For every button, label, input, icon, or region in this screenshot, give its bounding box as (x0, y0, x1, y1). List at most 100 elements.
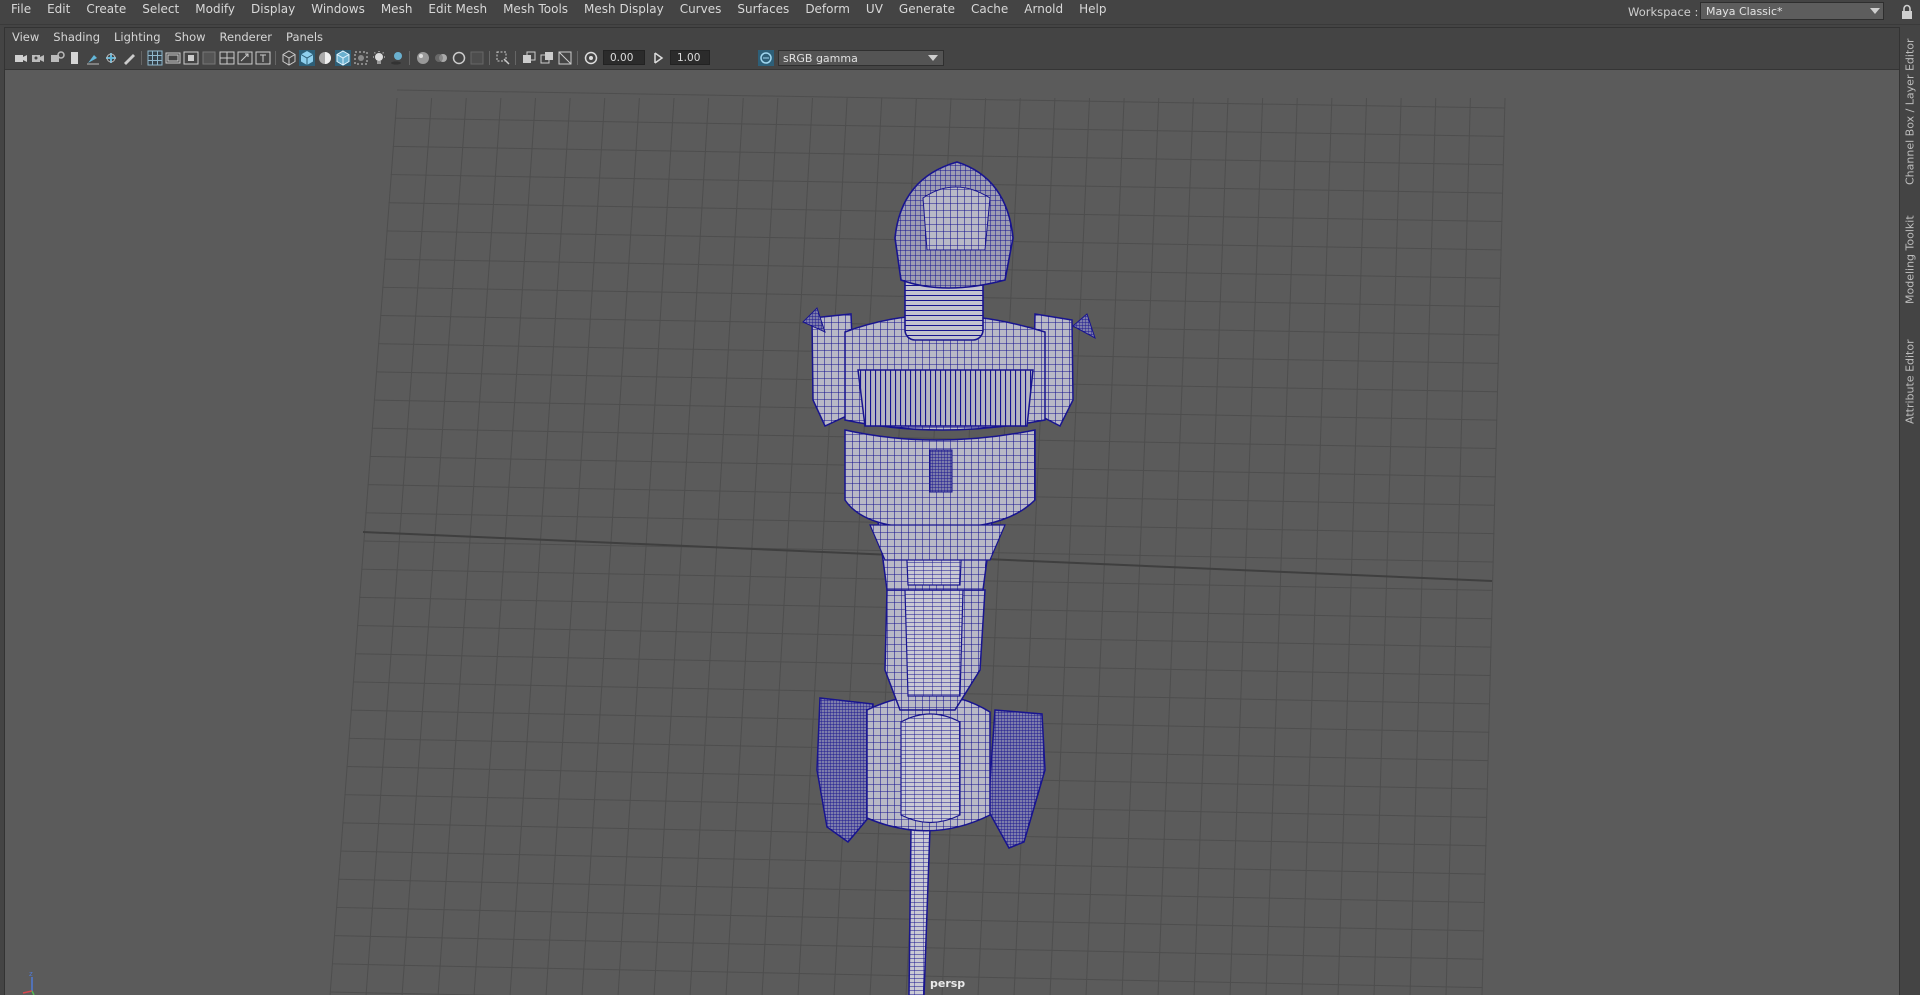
menu-curves[interactable]: Curves (672, 0, 730, 18)
use-all-lights-icon[interactable] (371, 50, 387, 66)
grid-line (1013, 97, 1056, 995)
chevron-down-icon (1870, 8, 1880, 14)
menu-edit[interactable]: Edit (39, 0, 78, 18)
menu-arnold[interactable]: Arnold (1016, 0, 1071, 18)
component-xray-icon[interactable] (557, 50, 573, 66)
panel-menu-renderer[interactable]: Renderer (213, 28, 280, 47)
xray-joints-icon[interactable] (521, 50, 537, 66)
toolbar-separator (489, 51, 490, 65)
isolate-select-icon[interactable] (495, 50, 511, 66)
toolbar-separator (275, 51, 276, 65)
menu-deform[interactable]: Deform (797, 0, 858, 18)
lock-icon[interactable] (1900, 4, 1914, 20)
tab-attribute-editor[interactable]: Attribute Editor (1903, 332, 1917, 432)
menu-mesh-tools[interactable]: Mesh Tools (495, 0, 576, 18)
grid-line (1373, 97, 1402, 995)
color-space-value: sRGB gamma (783, 52, 858, 65)
panel-menu-lighting[interactable]: Lighting (107, 28, 167, 47)
workspace-dropdown[interactable]: Maya Classic* (1700, 2, 1884, 20)
svg-text:z: z (29, 970, 33, 978)
wireframe-on-shaded-icon[interactable] (335, 50, 351, 66)
grid-line (509, 97, 571, 995)
toolbar-separator (141, 51, 142, 65)
toolbar-separator (515, 51, 516, 65)
grid-line (833, 97, 883, 995)
perspective-viewport[interactable] (5, 70, 1899, 995)
grid-line (1337, 97, 1367, 995)
gate-mask-icon[interactable] (201, 50, 217, 66)
color-space-dropdown[interactable]: sRGB gamma (778, 50, 944, 66)
workspace-label: Workspace : (1628, 5, 1699, 19)
menu-mesh-display[interactable]: Mesh Display (576, 0, 672, 18)
menu-uv[interactable]: UV (858, 0, 891, 18)
menu-cache[interactable]: Cache (963, 0, 1016, 18)
resolution-gate-icon[interactable] (183, 50, 199, 66)
panel-menu-view[interactable]: View (5, 28, 46, 47)
grid-line (1301, 97, 1333, 995)
menu-mesh[interactable]: Mesh (373, 0, 421, 18)
grid-line (1229, 97, 1264, 995)
menu-windows[interactable]: Windows (303, 0, 373, 18)
camera-icon[interactable] (13, 50, 29, 66)
xray-icon[interactable] (353, 50, 369, 66)
grid-line (1121, 97, 1160, 995)
menu-display[interactable]: Display (243, 0, 303, 18)
exposure-field[interactable] (603, 50, 645, 65)
panel-toolbar: sRGB gamma (5, 47, 1899, 70)
right-dock-tabs: Channel Box / Layer Editor Modeling Tool… (1899, 27, 1920, 995)
viewport-panel: View Shading Lighting Show Renderer Pane… (4, 27, 1900, 995)
menu-select[interactable]: Select (134, 0, 187, 18)
main-menu-bar: File Edit Create Select Modify Display W… (0, 0, 1920, 25)
camera-attributes-icon[interactable] (31, 50, 47, 66)
pencil-icon[interactable] (121, 50, 137, 66)
2d-pan-zoom-icon[interactable] (85, 50, 101, 66)
color-management-icon[interactable] (758, 50, 774, 66)
grid-line (1265, 97, 1298, 995)
main-menu-items: File Edit Create Select Modify Display W… (3, 0, 1115, 24)
tab-channel-box-layer-editor[interactable]: Channel Box / Layer Editor (1903, 37, 1917, 187)
image-plane-icon[interactable] (67, 50, 83, 66)
panel-menu-bar: View Shading Lighting Show Renderer Pane… (5, 28, 1899, 47)
grease-pencil-icon[interactable] (103, 50, 119, 66)
grid-line (365, 97, 433, 995)
menu-surfaces[interactable]: Surfaces (729, 0, 797, 18)
panel-menu-shading[interactable]: Shading (46, 28, 107, 47)
panel-menu-show[interactable]: Show (168, 28, 213, 47)
grid-icon[interactable] (147, 50, 163, 66)
menu-modify[interactable]: Modify (187, 0, 243, 18)
bookmark-icon[interactable] (49, 50, 65, 66)
exposure-icon[interactable] (583, 50, 599, 66)
gamma-icon[interactable] (650, 50, 666, 66)
grid-line (545, 97, 606, 995)
grid-line (581, 97, 640, 995)
grid-line (1193, 97, 1229, 995)
menu-help[interactable]: Help (1071, 0, 1114, 18)
anti-aliasing-icon[interactable] (451, 50, 467, 66)
safe-action-icon[interactable] (237, 50, 253, 66)
maya-main-window: File Edit Create Select Modify Display W… (0, 0, 1920, 995)
smooth-shade-icon[interactable] (299, 50, 315, 66)
default-material-icon[interactable] (317, 50, 333, 66)
shadows-icon[interactable] (389, 50, 405, 66)
field-chart-icon[interactable] (219, 50, 235, 66)
tab-modeling-toolkit[interactable]: Modeling Toolkit (1903, 205, 1917, 315)
menu-create[interactable]: Create (78, 0, 134, 18)
menu-generate[interactable]: Generate (891, 0, 963, 18)
grid-line (1445, 97, 1471, 995)
gamma-field[interactable] (670, 50, 710, 65)
screen-space-ao-icon[interactable] (415, 50, 431, 66)
menu-file[interactable]: File (3, 0, 39, 18)
menu-edit-mesh[interactable]: Edit Mesh (420, 0, 495, 18)
viewport-canvas (329, 89, 1506, 995)
wireframe-icon[interactable] (281, 50, 297, 66)
chevron-down-icon (928, 55, 938, 61)
motion-blur-icon[interactable] (433, 50, 449, 66)
xray-active-icon[interactable] (539, 50, 555, 66)
toolbar-separator (409, 51, 410, 65)
safe-title-icon[interactable] (255, 50, 271, 66)
film-gate-icon[interactable] (165, 50, 181, 66)
camera-name-label: persp (930, 977, 966, 990)
grid-line (1157, 97, 1194, 995)
panel-menu-panels[interactable]: Panels (279, 28, 330, 47)
depth-of-field-icon[interactable] (469, 50, 485, 66)
